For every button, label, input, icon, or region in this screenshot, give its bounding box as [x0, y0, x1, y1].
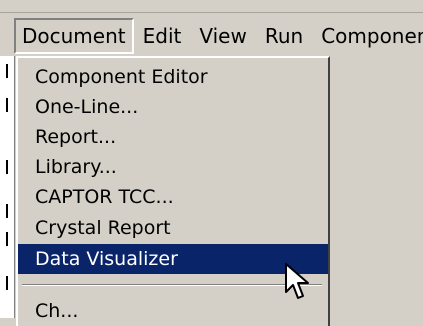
background-mark	[6, 98, 8, 112]
menu-item-report[interactable]: Report...	[18, 122, 328, 152]
menu-edit[interactable]: Edit	[134, 18, 191, 54]
menu-component[interactable]: Componen	[312, 18, 423, 54]
menu-bar: Document Edit View Run Componen	[0, 16, 423, 56]
menu-item-data-visualizer[interactable]: Data Visualizer	[18, 244, 328, 274]
menu-document[interactable]: Document	[14, 18, 134, 54]
background-mark	[6, 160, 8, 174]
menu-separator	[22, 284, 322, 286]
background-mark	[6, 204, 8, 218]
menu-run[interactable]: Run	[256, 18, 312, 54]
background-mark	[6, 276, 8, 290]
menu-item-one-line[interactable]: One-Line...	[18, 92, 328, 122]
menu-item-crystal-report[interactable]: Crystal Report	[18, 213, 328, 243]
window-title-strip	[0, 0, 423, 13]
document-menu-dropdown: Component Editor One-Line... Report... L…	[16, 56, 330, 326]
background-window-edge	[0, 56, 15, 318]
menu-item-library[interactable]: Library...	[18, 152, 328, 182]
background-mark	[6, 64, 8, 78]
menu-view[interactable]: View	[190, 18, 255, 54]
background-mark	[6, 232, 8, 246]
menu-item-component-editor[interactable]: Component Editor	[18, 62, 328, 92]
menu-item-captor-tcc[interactable]: CAPTOR TCC...	[18, 182, 328, 212]
arrow-cursor-icon	[285, 263, 309, 299]
menu-item-partial[interactable]: Ch...	[18, 296, 328, 326]
